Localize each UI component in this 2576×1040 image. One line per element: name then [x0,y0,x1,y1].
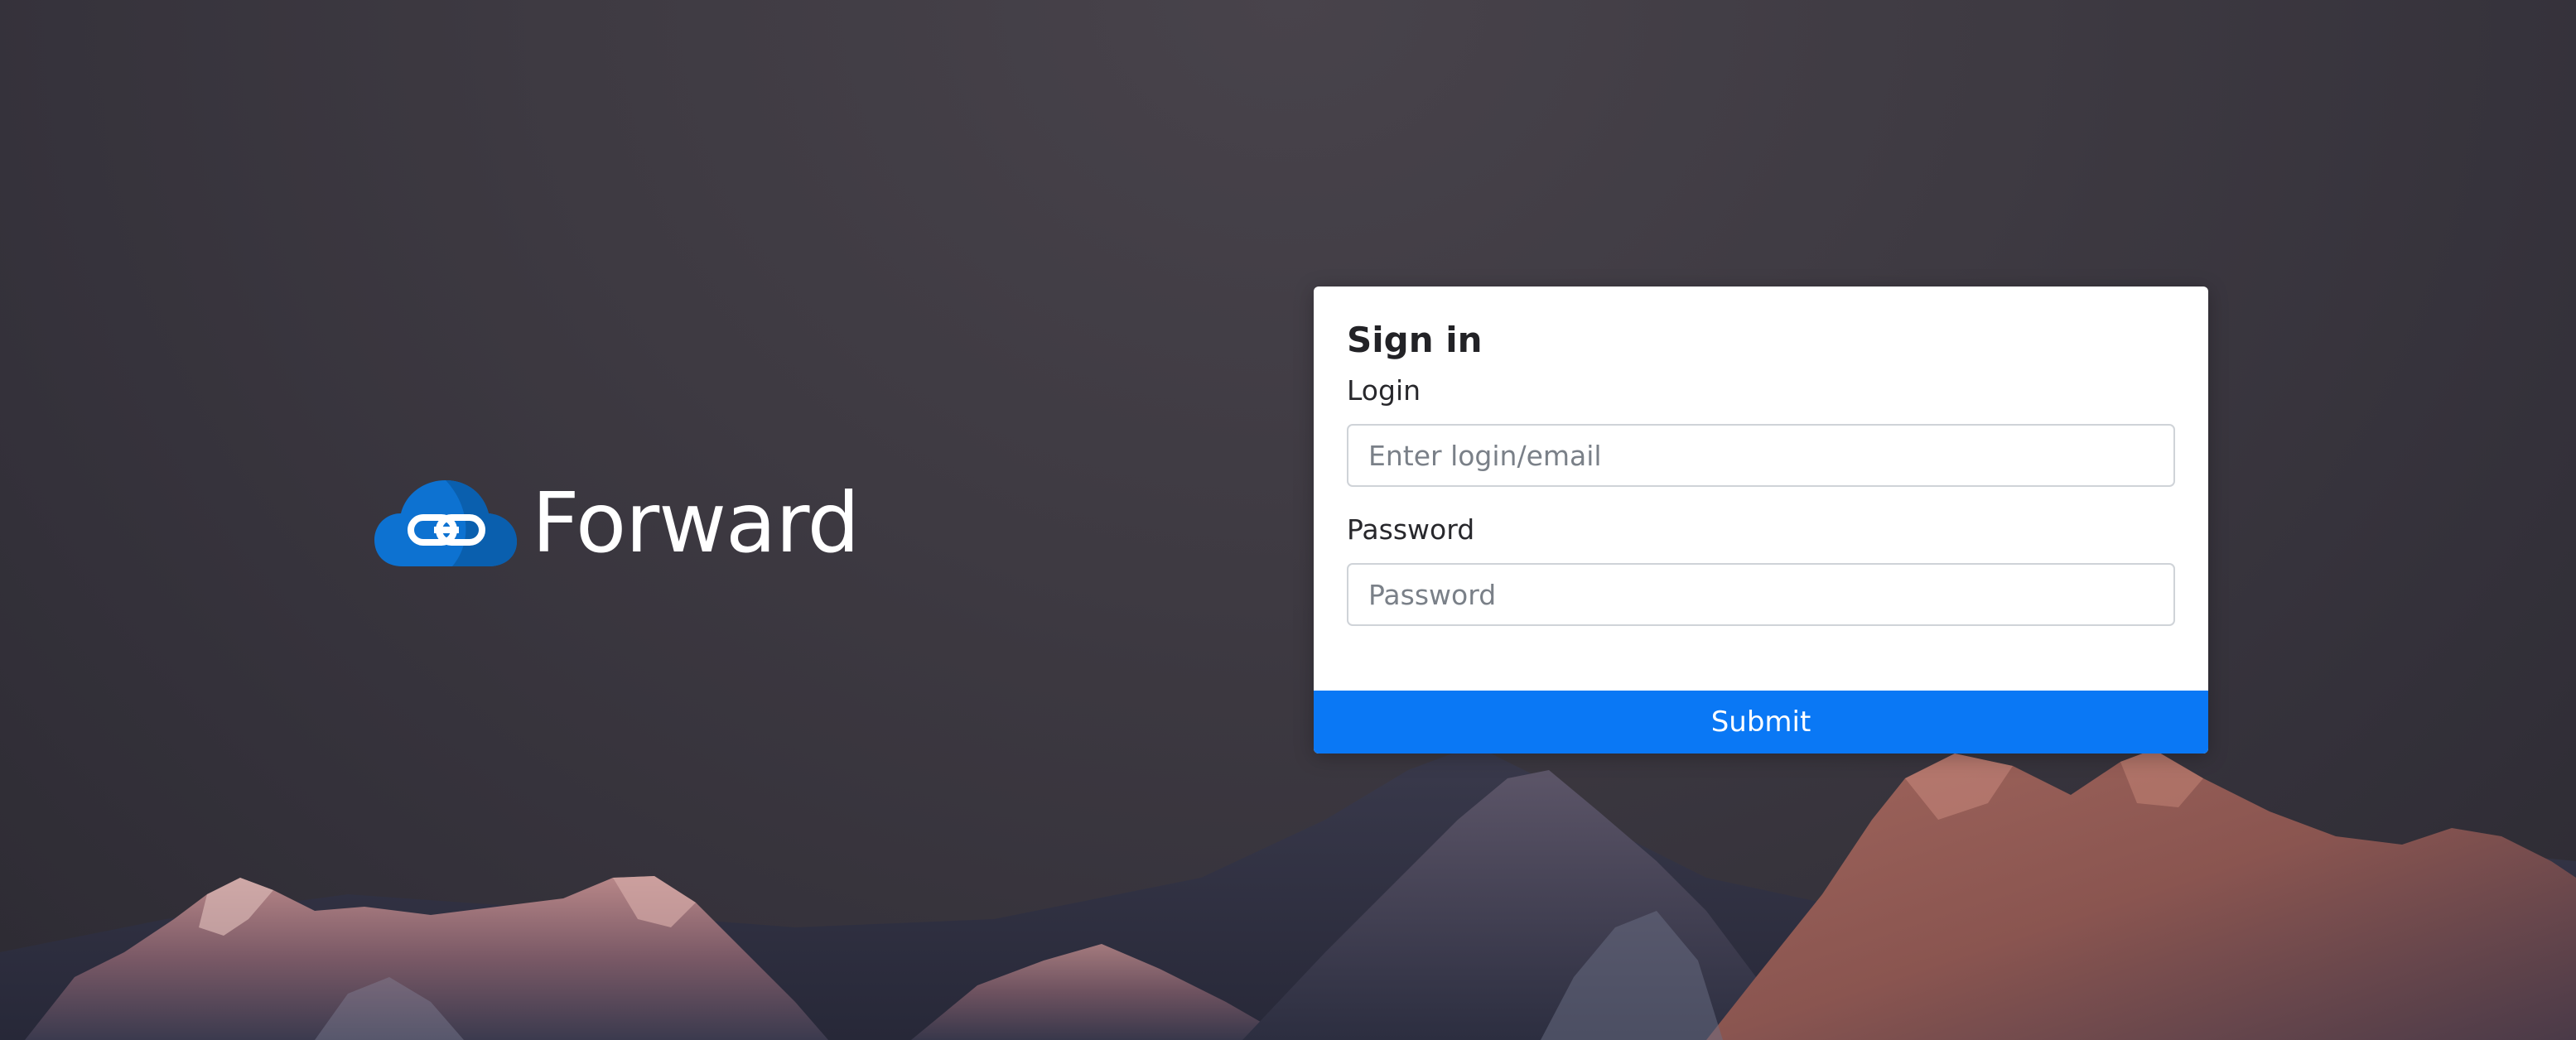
signin-form-body: Sign in Login Password [1314,286,2208,626]
cloud-link-icon [374,480,517,566]
signin-card: Sign in Login Password Submit [1314,286,2208,754]
brand-name: Forward [532,474,860,571]
login-input[interactable] [1347,424,2175,487]
signin-title: Sign in [1347,320,1483,360]
submit-button[interactable]: Submit [1314,691,2208,754]
brand-logo-group: Forward [373,474,860,573]
password-input[interactable] [1347,563,2175,626]
login-label: Login [1347,374,1421,407]
password-label: Password [1347,513,1475,546]
